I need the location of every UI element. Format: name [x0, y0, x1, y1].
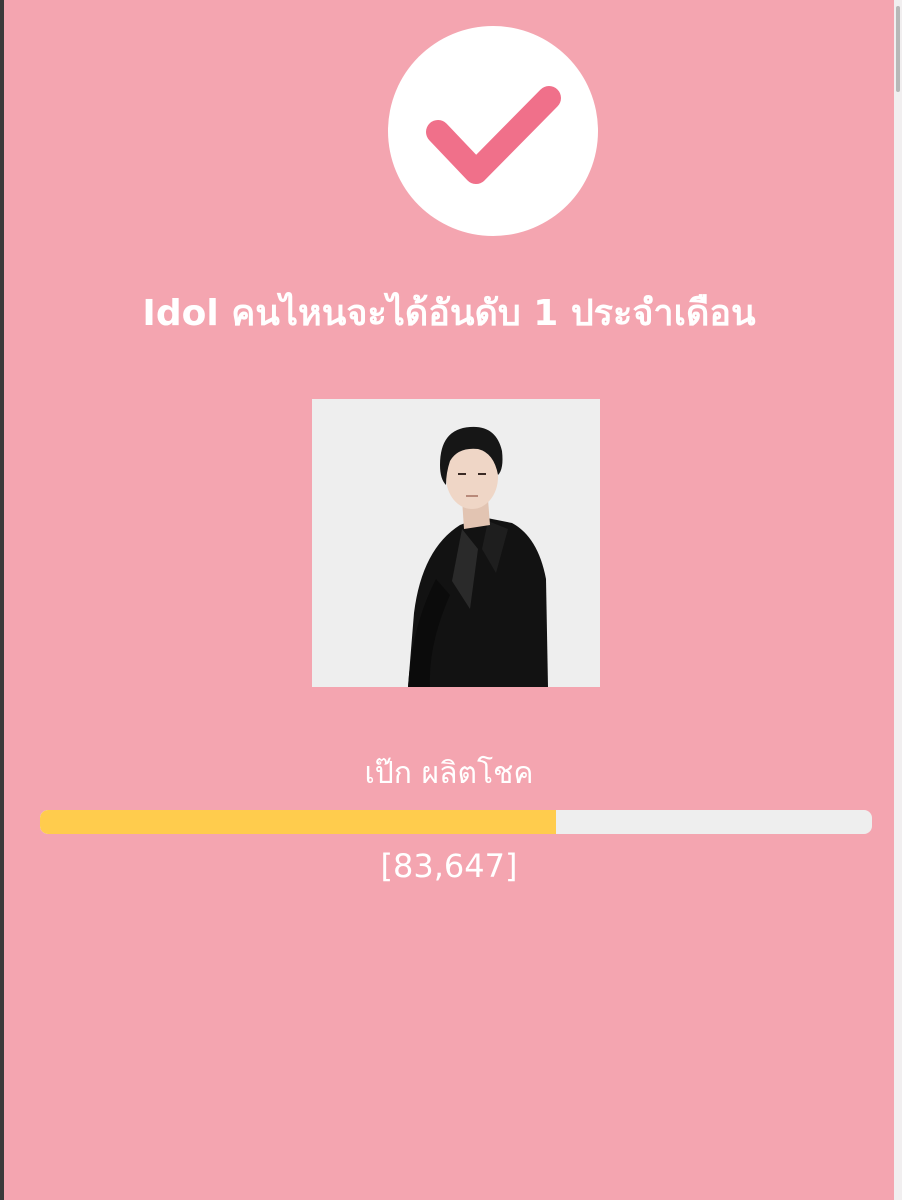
idol-name: เป๊ก ผลิตโชค	[364, 756, 534, 791]
idol-photo	[312, 399, 600, 687]
vote-progress-fill	[40, 810, 556, 834]
poll-title: Idol คนไหนจะได้อันดับ 1 ประจำเดือน	[142, 293, 756, 334]
idol-portrait-image	[312, 399, 600, 687]
vote-count: [83,647]	[380, 847, 518, 885]
scrollbar-thumb[interactable]	[896, 6, 900, 92]
vote-progress-bar	[40, 810, 872, 834]
scrollbar[interactable]	[894, 0, 902, 1200]
check-icon	[426, 86, 561, 184]
poll-result-page: Idol คนไหนจะได้อันดับ 1 ประจำเดือน เป๊ก …	[4, 0, 894, 1200]
success-badge	[388, 26, 598, 236]
